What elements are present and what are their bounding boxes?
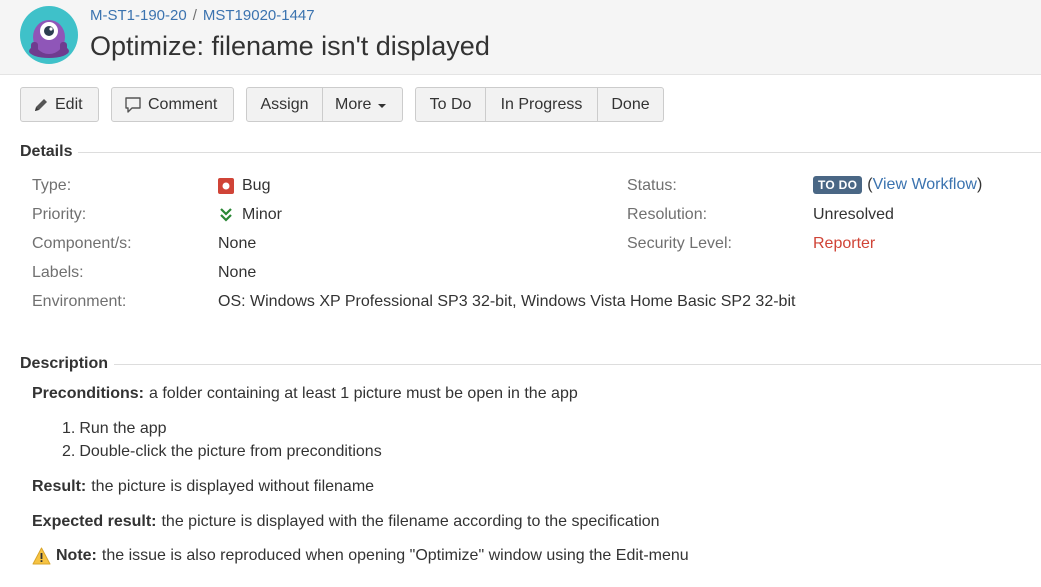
components-value: None bbox=[218, 235, 257, 252]
edit-button-label: Edit bbox=[55, 95, 83, 113]
comment-toolbar-group: Comment bbox=[111, 87, 234, 122]
comment-button[interactable]: Comment bbox=[111, 87, 234, 122]
status-value: TO DO (View Workflow) bbox=[813, 176, 982, 194]
resolution-label: Resolution: bbox=[627, 206, 708, 223]
chevron-down-icon bbox=[378, 103, 387, 108]
components-label: Component/s: bbox=[32, 235, 132, 252]
breadcrumb-issue-link[interactable]: MST19020-1447 bbox=[203, 7, 315, 24]
breadcrumb-project-link[interactable]: M-ST1-190-20 bbox=[90, 7, 187, 24]
preconditions-text: a folder containing at least 1 picture m… bbox=[149, 385, 578, 402]
breadcrumb: M-ST1-190-20 / MST19020-1447 bbox=[90, 7, 315, 24]
workflow-close-paren: ) bbox=[976, 176, 983, 193]
expected-result-text: the picture is displayed with the filena… bbox=[161, 513, 660, 530]
description-section-header[interactable]: Description bbox=[20, 355, 1041, 373]
environment-label: Environment: bbox=[32, 293, 127, 310]
labels-label: Labels: bbox=[32, 264, 84, 281]
double-chevron-down-icon bbox=[220, 208, 232, 222]
resolution-value: Unresolved bbox=[813, 206, 894, 223]
speech-bubble-icon bbox=[125, 96, 141, 113]
step-text: Double-click the picture from preconditi… bbox=[79, 443, 382, 460]
edit-toolbar-group: Edit bbox=[20, 87, 99, 122]
bug-icon bbox=[218, 178, 234, 194]
security-level-label: Security Level: bbox=[627, 235, 732, 252]
in-progress-transition-button[interactable]: In Progress bbox=[486, 87, 598, 122]
expected-result-paragraph: Expected result: the picture is displaye… bbox=[32, 513, 660, 531]
note-label: Note: bbox=[56, 547, 97, 564]
section-divider bbox=[78, 151, 1041, 153]
step-number: 2. bbox=[62, 443, 76, 460]
status-badge: TO DO bbox=[813, 176, 863, 194]
environment-value: OS: Windows XP Professional SP3 32-bit, … bbox=[218, 293, 796, 310]
result-label: Result: bbox=[32, 478, 87, 495]
assign-more-group: Assign More bbox=[246, 87, 403, 122]
note-paragraph: Note: the issue is also reproduced when … bbox=[32, 547, 689, 565]
list-item: 1. Run the app bbox=[62, 420, 167, 438]
type-value: Bug bbox=[218, 177, 270, 195]
more-button-label: More bbox=[335, 95, 372, 113]
edit-button[interactable]: Edit bbox=[20, 87, 99, 122]
preconditions-paragraph: Preconditions: a folder containing at le… bbox=[32, 385, 578, 403]
view-workflow-link[interactable]: View Workflow bbox=[873, 176, 977, 194]
workflow-transition-group: To Do In Progress Done bbox=[415, 87, 664, 122]
step-text: Run the app bbox=[79, 420, 167, 437]
assign-button[interactable]: Assign bbox=[246, 87, 323, 122]
preconditions-label: Preconditions: bbox=[32, 385, 145, 402]
section-divider bbox=[114, 363, 1041, 365]
issue-title: Optimize: filename isn't displayed bbox=[90, 31, 490, 61]
description-heading: Description bbox=[20, 355, 109, 372]
type-label: Type: bbox=[32, 177, 72, 194]
step-number: 1. bbox=[62, 420, 76, 437]
priority-label: Priority: bbox=[32, 206, 87, 223]
priority-value-text: Minor bbox=[242, 206, 283, 223]
warning-icon bbox=[32, 547, 51, 565]
expected-result-label: Expected result: bbox=[32, 513, 157, 530]
pencil-icon bbox=[35, 98, 47, 111]
more-dropdown-button[interactable]: More bbox=[323, 87, 403, 122]
details-heading: Details bbox=[20, 143, 73, 160]
breadcrumb-separator: / bbox=[192, 7, 197, 24]
status-label: Status: bbox=[627, 177, 677, 194]
list-item: 2. Double-click the picture from precond… bbox=[62, 443, 382, 461]
note-text: the issue is also reproduced when openin… bbox=[101, 547, 689, 564]
result-paragraph: Result: the picture is displayed without… bbox=[32, 478, 374, 496]
type-value-text: Bug bbox=[242, 177, 271, 194]
details-section-header[interactable]: Details bbox=[20, 143, 1041, 161]
labels-value: None bbox=[218, 264, 257, 281]
priority-value: Minor bbox=[218, 206, 282, 224]
comment-button-label: Comment bbox=[148, 95, 218, 113]
result-text: the picture is displayed without filenam… bbox=[91, 478, 375, 495]
done-transition-button[interactable]: Done bbox=[598, 87, 664, 122]
security-level-value: Reporter bbox=[813, 235, 876, 252]
todo-transition-button[interactable]: To Do bbox=[415, 87, 486, 122]
project-avatar-icon[interactable] bbox=[20, 6, 78, 64]
issue-header: M-ST1-190-20 / MST19020-1447 Optimize: fil… bbox=[0, 0, 1041, 75]
